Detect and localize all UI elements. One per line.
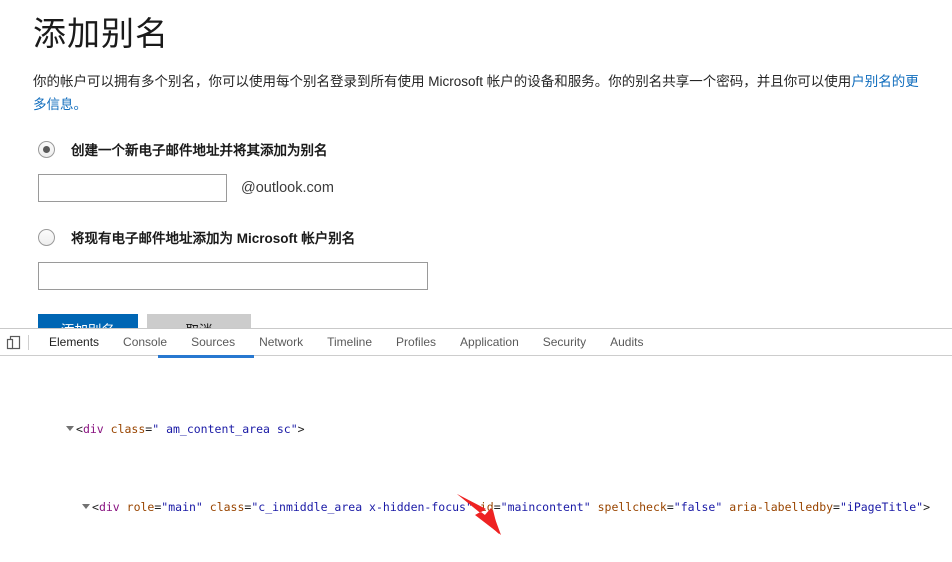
attr-value: "false": [674, 500, 722, 514]
tab-application[interactable]: Application: [448, 329, 531, 355]
radio-new-email[interactable]: [38, 141, 55, 158]
tab-sources[interactable]: Sources: [179, 329, 247, 355]
disclosure-triangle-icon[interactable]: [82, 504, 90, 509]
tab-console[interactable]: Console: [111, 329, 179, 355]
devtools-panel: Elements Console Sources Network Timelin…: [0, 328, 952, 562]
tab-security[interactable]: Security: [531, 329, 598, 355]
web-page-content: 添加别名 你的帐户可以拥有多个别名，你可以使用每个别名登录到所有使用 Micro…: [0, 0, 952, 328]
attr-name: spellcheck: [598, 500, 667, 514]
tab-audits[interactable]: Audits: [598, 329, 655, 355]
attr-name: class: [210, 500, 245, 514]
devtools-tabs: Elements Console Sources Network Timelin…: [37, 329, 655, 355]
dom-line[interactable]: <div class=" am_content_area sc">: [0, 422, 952, 438]
field-row-existing-email: [0, 262, 952, 290]
tab-profiles[interactable]: Profiles: [384, 329, 448, 355]
device-toolbar-icon[interactable]: [0, 329, 26, 355]
radio-existing-email[interactable]: [38, 229, 55, 246]
page-title: 添加别名: [0, 0, 952, 56]
dom-line[interactable]: <div role="main" class="c_inmiddle_area …: [0, 500, 952, 516]
attr-value: "main": [161, 500, 203, 514]
attr-name: class: [111, 422, 146, 436]
option-row-new-email[interactable]: 创建一个新电子邮件地址并将其添加为别名: [0, 138, 952, 160]
devtools-toolbar: Elements Console Sources Network Timelin…: [0, 329, 952, 356]
toolbar-divider: [28, 335, 29, 350]
attr-name: role: [127, 500, 155, 514]
disclosure-triangle-icon[interactable]: [66, 426, 74, 431]
intro-paragraph: 你的帐户可以拥有多个别名，你可以使用每个别名登录到所有使用 Microsoft …: [0, 56, 925, 116]
attr-name: aria-labelledby: [729, 500, 833, 514]
existing-email-input[interactable]: [38, 262, 428, 290]
tab-elements[interactable]: Elements: [37, 329, 111, 355]
intro-text: 你的帐户可以拥有多个别名，你可以使用每个别名登录到所有使用 Microsoft …: [33, 74, 851, 89]
option-row-existing-email[interactable]: 将现有电子邮件地址添加为 Microsoft 帐户别名: [0, 226, 952, 248]
attr-value: " am_content_area sc": [152, 422, 297, 436]
email-domain-suffix: @outlook.com: [241, 180, 334, 196]
attr-value: "maincontent": [501, 500, 591, 514]
new-email-input[interactable]: [38, 174, 227, 202]
tab-timeline[interactable]: Timeline: [315, 329, 384, 355]
attr-value: "iPageTitle": [840, 500, 923, 514]
option-label-new-email[interactable]: 创建一个新电子邮件地址并将其添加为别名: [71, 139, 328, 159]
tab-network[interactable]: Network: [247, 329, 315, 355]
field-row-new-email: @outlook.com: [0, 174, 952, 202]
attr-name: id: [480, 500, 494, 514]
attr-value: "c_inmiddle_area x-hidden-focus": [251, 500, 473, 514]
tag-name: div: [83, 422, 104, 436]
dom-tree: <div class=" am_content_area sc"> <div r…: [0, 356, 952, 562]
tag-name: div: [99, 500, 120, 514]
option-label-existing-email[interactable]: 将现有电子邮件地址添加为 Microsoft 帐户别名: [71, 227, 355, 247]
